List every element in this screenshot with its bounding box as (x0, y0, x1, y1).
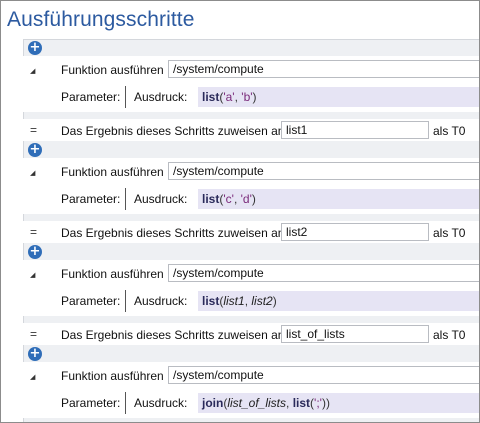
page-title: Ausführungsschritte (7, 8, 195, 31)
expression-field[interactable]: list(list1, list2) (198, 291, 479, 311)
expression-token: ';' (314, 396, 322, 410)
parameters-label: Parameter: (61, 90, 121, 104)
expression-field[interactable]: list('c', 'd') (198, 189, 479, 209)
expression-label: Ausdruck: (134, 90, 188, 104)
expression-token: list (202, 90, 220, 104)
expression-token: 'a' (223, 90, 235, 104)
assign-label: Das Ergebnis dieses Schritts zuweisen an (61, 328, 285, 342)
assign-eq: = (30, 327, 38, 341)
expression-token: ) (272, 294, 277, 308)
parameters-label: Parameter: (61, 192, 121, 206)
execution-steps-panel: Ausführungsschritte + ◢ Funktion ausführ… (0, 0, 480, 423)
collapse-icon[interactable]: ◢ (30, 67, 35, 75)
assign-variable-field[interactable]: list2 (281, 223, 429, 241)
expression-token: list (202, 294, 220, 308)
add-step-button[interactable]: + (28, 245, 42, 259)
divider (125, 290, 126, 312)
assign-variable-field[interactable]: list_of_lists (281, 325, 429, 343)
assign-variable-field[interactable]: list1 (281, 121, 429, 139)
divider (125, 86, 126, 108)
parameters-label: Parameter: (61, 294, 121, 308)
expression-token: ) (252, 90, 257, 104)
divider (125, 188, 126, 210)
collapse-icon[interactable]: ◢ (30, 271, 35, 279)
add-step-button[interactable]: + (28, 347, 42, 361)
expression-token: )) (321, 396, 330, 410)
parameters-label: Parameter: (61, 396, 121, 410)
assign-eq: = (30, 123, 38, 137)
expression-token: , (233, 192, 241, 206)
call-label: Funktion ausführen (61, 63, 164, 77)
assign-label: Das Ergebnis dieses Schritts zuweisen an (61, 226, 285, 240)
function-path-field[interactable]: /system/compute (168, 264, 479, 282)
expression-token: ) (251, 192, 256, 206)
expression-label: Ausdruck: (134, 396, 188, 410)
expression-token: list1 (223, 294, 245, 308)
expression-token: , (286, 396, 293, 410)
result-name: als T0 (433, 226, 466, 240)
expression-token: 'c' (223, 192, 234, 206)
add-step-button[interactable]: + (28, 41, 42, 55)
collapse-icon[interactable]: ◢ (30, 169, 35, 177)
function-path-field[interactable]: /system/compute (168, 366, 479, 384)
expression-token: 'd' (240, 192, 252, 206)
expression-token: list (292, 396, 311, 410)
assign-eq: = (30, 225, 38, 239)
expression-token: list2 (251, 294, 273, 308)
divider (125, 392, 126, 414)
call-label: Funktion ausführen (61, 369, 164, 383)
add-step-button[interactable]: + (28, 143, 42, 157)
expression-token: list_of_lists (227, 396, 287, 410)
function-path-field[interactable]: /system/compute (168, 162, 479, 180)
call-label: Funktion ausführen (61, 267, 164, 281)
function-path-field[interactable]: /system/compute (168, 60, 479, 78)
expression-label: Ausdruck: (134, 294, 188, 308)
result-name: als T0 (433, 328, 466, 342)
expression-token: join (202, 396, 224, 410)
expression-field[interactable]: list('a', 'b') (198, 87, 479, 107)
expression-label: Ausdruck: (134, 192, 188, 206)
result-name: als T0 (433, 124, 466, 138)
expression-token: 'b' (241, 90, 253, 104)
call-label: Funktion ausführen (61, 165, 164, 179)
expression-token: list (202, 192, 220, 206)
collapse-icon[interactable]: ◢ (30, 373, 35, 381)
expression-field[interactable]: join(list_of_lists, list(';')) (198, 393, 479, 413)
assign-label: Das Ergebnis dieses Schritts zuweisen an (61, 124, 285, 138)
